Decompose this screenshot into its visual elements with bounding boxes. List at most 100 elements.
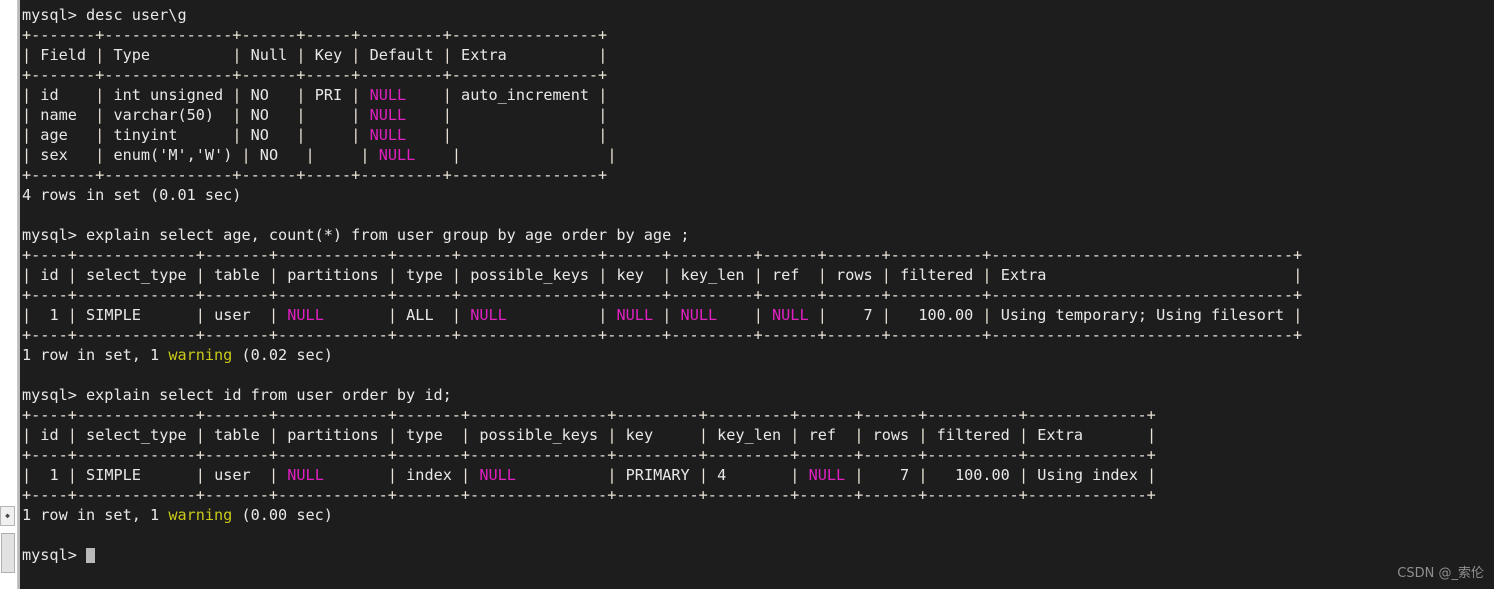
scrollbar-arrow-button[interactable]: ◆ <box>0 506 15 526</box>
cell-field: id <box>40 86 87 104</box>
table-row: | age | tinyint | NO | | NULL | | <box>22 126 608 144</box>
scrollbar-thumb[interactable] <box>1 533 15 573</box>
table-rule-top: +-------+--------------+------+-----+---… <box>22 25 1302 45</box>
scroll-arrow-icon: ◆ <box>5 511 10 520</box>
cell-key: PRIMARY <box>625 466 690 484</box>
cell-key <box>315 106 342 124</box>
header-key: Key <box>314 46 343 64</box>
table-rule-text: +----+-------------+-------+------------… <box>22 286 1303 304</box>
header-id: id <box>40 426 59 444</box>
cell-field: age <box>40 126 87 144</box>
cell-type: ALL <box>406 306 443 324</box>
table-rule-text: +-------+--------------+------+-----+---… <box>22 166 608 184</box>
prompt: mysql> <box>22 386 87 404</box>
command-line: mysql> explain select id from user order… <box>22 385 1302 405</box>
cell-rows: 7 <box>836 306 873 324</box>
table-header-row: | Field | Type | Null | Key | Default | … <box>22 46 608 64</box>
left-gutter: ◆ <box>0 0 18 589</box>
header-filtered: filtered <box>936 426 1010 444</box>
header-select_type: select_type <box>86 426 187 444</box>
cell-key <box>315 126 342 144</box>
header-type: Type <box>113 46 224 64</box>
header-table: table <box>214 266 260 284</box>
table-rule-top: +----+-------------+-------+------------… <box>22 245 1302 265</box>
cell-key: PRI <box>314 86 343 104</box>
command-text: explain select age, count(*) from user g… <box>86 226 690 244</box>
header-key: key <box>625 426 690 444</box>
header-key_len: key_len <box>680 266 745 284</box>
cell-possible-keys: NULL <box>479 466 599 484</box>
header-key: key <box>616 266 654 284</box>
cell-rows: 7 <box>872 466 910 484</box>
cell-table: user <box>214 466 260 484</box>
warning-word: warning <box>159 346 233 364</box>
cell-type: enum('M','W') <box>113 146 233 164</box>
cell-key: NULL <box>616 306 654 324</box>
table-header-row: | id | select_type | table | partitions … <box>22 426 1157 444</box>
table-rule-text: +-------+--------------+------+-----+---… <box>22 66 608 84</box>
table-rule-bottom: +----+-------------+-------+------------… <box>22 485 1302 505</box>
table-row: | 1 | SIMPLE | user | NULL | ALL | NULL … <box>22 306 1303 324</box>
table-rule-mid: +----+-------------+-------+------------… <box>22 445 1302 465</box>
header-null: Null <box>250 46 288 64</box>
cell-partitions: NULL <box>287 306 379 324</box>
cell-filtered: 100.00 <box>936 466 1010 484</box>
header-type: type <box>406 266 443 284</box>
cell-key <box>324 146 351 164</box>
table-rule-bottom: +----+-------------+-------+------------… <box>22 325 1302 345</box>
header-rows: rows <box>872 426 910 444</box>
cell-field: name <box>40 106 87 124</box>
cell-extra <box>461 106 589 124</box>
cell-type: index <box>406 466 452 484</box>
command-line: mysql> desc user\g <box>22 5 1302 25</box>
table-rule-text: +----+-------------+-------+------------… <box>22 326 1303 344</box>
cell-type: tinyint <box>113 126 224 144</box>
screenshot-root: ◆ mysql> desc user\g +-------+-----------… <box>0 0 1494 589</box>
cell-possible-keys: NULL <box>470 306 590 324</box>
cell-extra <box>470 146 598 164</box>
warning-count: 1 <box>150 506 160 524</box>
cell-extra: auto_increment <box>461 86 590 104</box>
header-id: id <box>40 266 59 284</box>
table-rule-mid: +----+-------------+-------+------------… <box>22 285 1302 305</box>
table-rule-mid: +-------+--------------+------+-----+---… <box>22 65 1302 85</box>
header-possible_keys: possible_keys <box>470 266 590 284</box>
cell-extra: Using temporary; Using filesort <box>1000 306 1285 324</box>
header-rows: rows <box>836 266 873 284</box>
cell-extra <box>461 126 589 144</box>
terminal-window[interactable]: mysql> desc user\g +-------+-------------… <box>20 0 1494 589</box>
table-row: | name | varchar(50) | NO | | NULL | | <box>22 106 608 124</box>
cell-default: NULL <box>369 126 434 144</box>
header-field: Field <box>40 46 87 64</box>
cell-null: NO <box>250 106 288 124</box>
warning-count: 1 <box>150 346 160 364</box>
cell-ref: NULL <box>772 306 809 324</box>
status-text-after: (0.02 sec) <box>232 346 333 364</box>
command-text: desc user\g <box>86 6 187 24</box>
table-row: | 1 | SIMPLE | user | NULL | index | NUL… <box>22 466 1157 484</box>
cell-default: NULL <box>369 86 434 104</box>
header-filtered: filtered <box>900 266 974 284</box>
cell-null: NO <box>250 126 288 144</box>
table-row: | id | int unsigned | NO | PRI | NULL | … <box>22 86 608 104</box>
cell-extra: Using index <box>1037 466 1138 484</box>
command-line: mysql> explain select age, count(*) from… <box>22 225 1302 245</box>
cell-field: sex <box>40 146 87 164</box>
cell-table: user <box>214 306 260 324</box>
table-rule-text: +----+-------------+-------+------------… <box>22 446 1156 464</box>
terminal-output: mysql> desc user\g +-------+-------------… <box>22 5 1302 565</box>
cell-key-len: NULL <box>680 306 745 324</box>
cell-partitions: NULL <box>287 466 379 484</box>
header-table: table <box>214 426 260 444</box>
header-default: Default <box>369 46 434 64</box>
cell-default: NULL <box>369 106 434 124</box>
status-text-before: 1 row in set, <box>22 506 151 524</box>
header-possible_keys: possible_keys <box>479 426 599 444</box>
cell-select-type: SIMPLE <box>86 306 187 324</box>
header-ref: ref <box>772 266 809 284</box>
table-rule-top: +----+-------------+-------+------------… <box>22 405 1302 425</box>
cell-null: NO <box>250 86 288 104</box>
cell-null: NO <box>259 146 297 164</box>
